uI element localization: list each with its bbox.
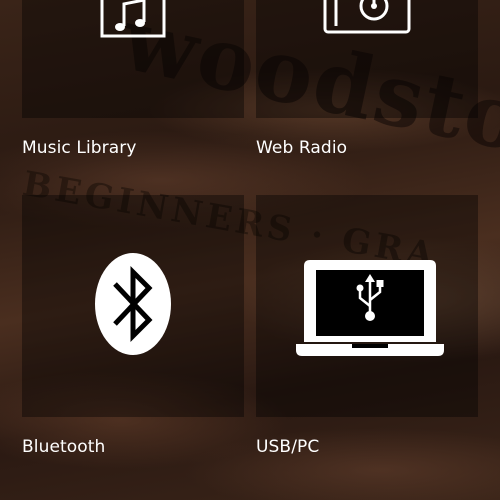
laptop-usb-icon — [296, 260, 444, 356]
radio-icon — [323, 0, 411, 34]
tile-label-bluetooth: Bluetooth — [22, 437, 106, 457]
tile-label-usb-pc: USB/PC — [256, 437, 320, 457]
tile-label-music-library: Music Library — [22, 138, 137, 158]
tile-web-radio[interactable] — [256, 0, 478, 118]
bluetooth-icon — [95, 253, 171, 355]
tile-bluetooth[interactable] — [22, 195, 244, 417]
music-note-icon — [100, 0, 166, 38]
tile-usb-pc[interactable] — [256, 195, 478, 417]
tile-music-library[interactable] — [22, 0, 244, 118]
tile-label-web-radio: Web Radio — [256, 138, 348, 158]
